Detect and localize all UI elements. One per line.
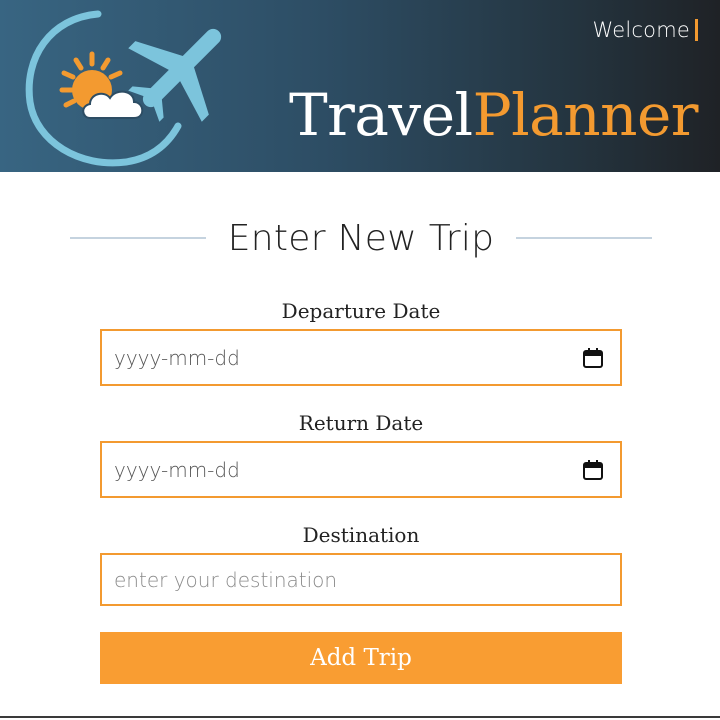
airplane-sun-cloud-logo-icon [25,10,222,167]
destination-input[interactable]: enter your destination [100,553,622,606]
section-heading: Enter New Trip [70,210,652,266]
return-date-label: Return Date [298,411,424,435]
departure-date-value: yyyy-mm-dd [114,345,240,370]
welcome-message: Welcome [593,16,698,44]
departure-date-label: Departure Date [281,299,441,323]
page-title: Enter New Trip [227,217,495,259]
page-bottom-divider [0,716,720,718]
return-date-input[interactable]: yyyy-mm-dd [100,441,622,498]
add-trip-button[interactable]: Add Trip [100,632,622,684]
return-date-value: yyyy-mm-dd [114,457,240,482]
calendar-icon[interactable] [582,459,604,481]
heading-divider-left [70,237,206,239]
text-cursor [695,19,698,41]
welcome-text: Welcome [592,18,690,42]
destination-label: Destination [302,523,420,547]
brand-word-travel: Travel [288,81,473,149]
calendar-icon[interactable] [582,347,604,369]
app-brand-title: TravelPlanner [288,80,699,150]
destination-placeholder: enter your destination [114,567,338,592]
heading-divider-right [516,237,652,239]
departure-date-input[interactable]: yyyy-mm-dd [100,329,622,386]
app-header: Welcome TravelPlanner [0,0,720,172]
brand-word-planner: Planner [472,81,699,149]
